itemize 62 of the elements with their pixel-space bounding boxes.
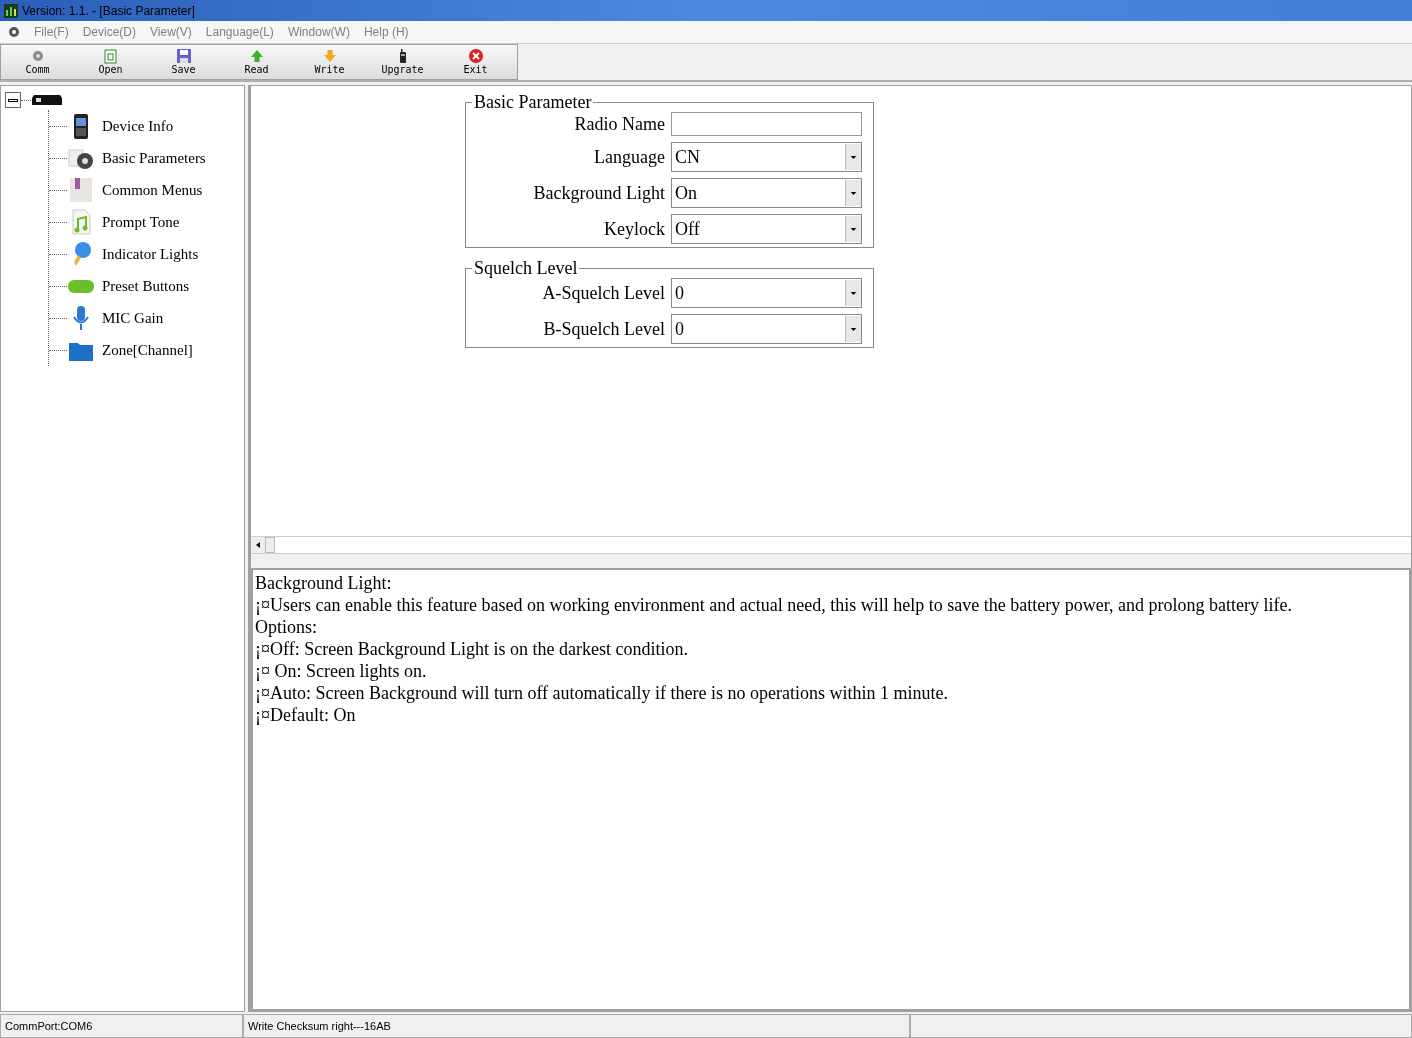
left-triangle-icon xyxy=(256,542,260,548)
description-line: ¡¤Users can enable this feature based on working environment and actual need, this will help to save the battery power, and prolong battery life. xyxy=(255,594,1293,616)
dropdown-caret-icon xyxy=(845,280,861,306)
tree-item[interactable]: Prompt Tone xyxy=(102,210,180,234)
toolbar-button[interactable]: Comm xyxy=(1,45,74,79)
status-bar-cell: Write Checksum right---16AB xyxy=(243,1014,910,1038)
collapse-toggle[interactable] xyxy=(5,92,21,108)
field-label: Background Light xyxy=(532,182,666,204)
close-icon xyxy=(467,48,484,64)
up-arrow-icon xyxy=(248,48,265,64)
down-arrow-icon xyxy=(321,48,338,64)
field-label: B-Squelch Level xyxy=(542,318,666,340)
toolbar-button[interactable]: Read xyxy=(220,45,293,79)
toolbar-button[interactable]: Exit xyxy=(439,45,512,79)
dropdown[interactable]: 0 xyxy=(671,278,862,308)
field-label: Keylock xyxy=(603,218,666,240)
tree-item[interactable]: Indicator Lights xyxy=(102,242,199,266)
base-station-icon xyxy=(31,93,63,107)
description-line: Options: xyxy=(255,616,318,638)
tree-item[interactable]: MIC Gain xyxy=(102,306,164,330)
dropdown[interactable]: Off xyxy=(671,214,862,244)
group-title: Basic Parameter xyxy=(473,92,593,112)
toolbar-button[interactable]: Write xyxy=(293,45,366,79)
description-line: ¡¤Default: On xyxy=(255,704,357,726)
dropdown-caret-icon xyxy=(845,316,861,342)
tree-item[interactable]: Zone[Channel] xyxy=(102,338,193,362)
tree-item[interactable]: Basic Parameters xyxy=(102,146,206,170)
radio-name-field[interactable] xyxy=(671,112,862,136)
menu-item[interactable]: File(F) xyxy=(34,23,69,41)
description-line: ¡¤Off: Screen Background Light is on the darkest condition. xyxy=(255,638,690,660)
dropdown-caret-icon xyxy=(845,216,861,242)
toolbar-button[interactable]: Save xyxy=(147,45,220,79)
menu-item[interactable]: Language(L) xyxy=(205,23,274,41)
toolbar-button[interactable]: Open xyxy=(74,45,147,79)
field-label: Radio Name xyxy=(573,113,666,135)
description-line: ¡¤Auto: Screen Background will turn off automatically if there is no operations within 1 minute. xyxy=(255,682,950,704)
menu-item[interactable]: Window(W) xyxy=(287,23,350,41)
status-bar-cell: CommPort:COM6 xyxy=(0,1014,243,1038)
dropdown[interactable]: CN xyxy=(671,142,862,172)
dropdown[interactable]: 0 xyxy=(671,314,862,344)
tree-item[interactable]: Device Info xyxy=(102,114,174,138)
dropdown-caret-icon xyxy=(845,144,861,170)
document-icon xyxy=(102,48,119,64)
app-icon xyxy=(4,3,18,18)
description-line: ¡¤ On: Screen lights on. xyxy=(255,660,428,682)
field-label: A-Squelch Level xyxy=(541,282,666,304)
tree-item[interactable]: Common Menus xyxy=(102,178,203,202)
toolbar-button[interactable]: Upgrate xyxy=(366,45,439,79)
menu-item[interactable]: Help (H) xyxy=(363,23,409,41)
menu-item[interactable]: Device(D) xyxy=(82,23,136,41)
menu-item[interactable]: View(V) xyxy=(150,23,192,41)
field-label: Language xyxy=(593,146,666,168)
window-title: Version: 1.1. - [Basic Parameter] xyxy=(22,2,195,20)
scroll-thumb[interactable] xyxy=(265,537,275,553)
scroll-left-button[interactable] xyxy=(251,537,265,553)
description-line: Background Light: xyxy=(255,572,393,594)
tree-item[interactable]: Preset Buttons xyxy=(102,274,190,298)
dropdown-caret-icon xyxy=(845,180,861,206)
horizontal-scrollbar[interactable] xyxy=(251,536,1411,554)
group-title: Squelch Level xyxy=(473,258,579,278)
book-icon xyxy=(67,176,95,204)
dropdown[interactable]: On xyxy=(671,178,862,208)
